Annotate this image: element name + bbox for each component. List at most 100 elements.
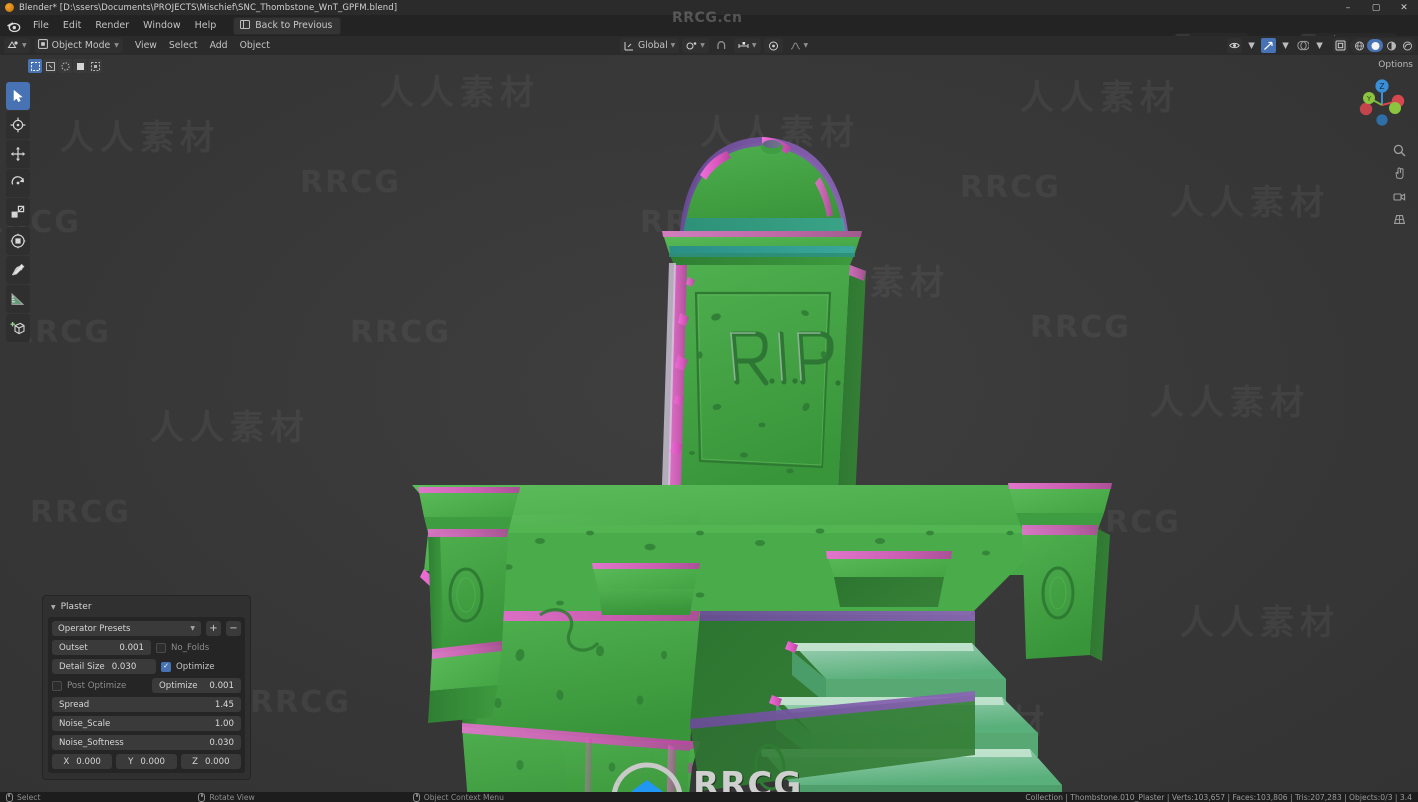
mouse-right-icon	[412, 792, 420, 802]
svg-text:Y: Y	[1366, 95, 1372, 103]
viewport-transform-controls: Global ▼ ▼ ▼ ▼	[620, 36, 812, 55]
maximize-button[interactable]: ▢	[1362, 0, 1390, 15]
transform-orientation-label: Global	[638, 40, 668, 51]
optimize-label: Optimize	[176, 661, 215, 672]
zoom-icon[interactable]	[1392, 143, 1406, 157]
ortho-perspective-icon[interactable]	[1392, 212, 1406, 226]
tool-measure[interactable]	[6, 285, 30, 313]
viewport-options-label[interactable]: Options	[1378, 60, 1413, 70]
proportional-edit-toggle[interactable]	[763, 38, 783, 53]
post-optimize-checkbox[interactable]: Post Optimize	[52, 680, 147, 691]
svg-text:Z: Z	[1379, 82, 1384, 91]
back-to-previous-button[interactable]: Back to Previous	[233, 16, 342, 35]
menu-file[interactable]: File	[26, 18, 56, 33]
axis-x-field[interactable]: X 0.000	[52, 754, 113, 769]
operator-panel-header[interactable]: ▼ Plaster	[48, 600, 245, 617]
close-button[interactable]: ✕	[1390, 0, 1418, 15]
menu-render[interactable]: Render	[88, 18, 136, 33]
overlays-chevron-down-icon[interactable]: ▼	[1312, 38, 1327, 53]
tool-tweak-select[interactable]	[6, 82, 30, 110]
spread-value: 1.45	[214, 699, 234, 710]
optimize-value-field[interactable]: Optimize 0.001	[152, 678, 241, 693]
snap-magnet-toggle[interactable]	[712, 38, 731, 53]
spread-label: Spread	[59, 699, 90, 710]
panel-collapse-chevron-down-icon[interactable]: ▼	[51, 604, 56, 611]
navigation-gizmo[interactable]: Y Z	[1354, 77, 1410, 133]
pan-hand-icon[interactable]	[1392, 166, 1406, 180]
mode-selector[interactable]: Object Mode ▼	[34, 38, 123, 53]
tool-scale[interactable]	[6, 198, 30, 226]
no-folds-checkbox[interactable]: No_Folds	[156, 642, 241, 653]
pivot-point-selector[interactable]: ▼	[682, 38, 709, 53]
orientation-chevron-down-icon: ▼	[670, 42, 676, 49]
select-extra-mode-icon[interactable]	[88, 59, 102, 73]
shading-solid[interactable]	[1367, 39, 1383, 52]
detail-size-field[interactable]: Detail Size 0.030	[52, 659, 156, 674]
viewport-3d[interactable]: 人人素材 RRCG 人人素材 RRCG 人人素材 RRCG 人人素材 RRCG …	[0, 55, 1418, 792]
snap-settings-selector[interactable]: ▼	[733, 38, 761, 53]
proportional-falloff-selector[interactable]: ▼	[786, 38, 813, 53]
workspace-icon	[240, 19, 251, 32]
status-hint-rotate: Rotate View	[198, 792, 255, 802]
shading-wireframe[interactable]	[1351, 39, 1367, 52]
editor-type-selector[interactable]: ▼	[4, 38, 30, 53]
select-circle-mode-icon[interactable]	[58, 59, 72, 73]
viewport-menu-view[interactable]: View	[129, 38, 163, 53]
blender-app-icon[interactable]	[6, 19, 21, 33]
noise-softness-label: Noise_Softness	[59, 737, 124, 748]
xray-toggle[interactable]	[1333, 38, 1348, 53]
noise-softness-field[interactable]: Noise_Softness 0.030	[52, 735, 241, 750]
remove-preset-button[interactable]: −	[226, 621, 241, 636]
noise-scale-field[interactable]: Noise_Scale 1.00	[52, 716, 241, 731]
falloff-chevron-down-icon: ▼	[803, 42, 809, 49]
tool-transform[interactable]	[6, 227, 30, 255]
status-hint-context-menu-label: Object Context Menu	[423, 792, 504, 802]
select-box-mode-icon[interactable]	[28, 59, 42, 73]
select-mode-buttons	[28, 59, 102, 73]
shading-rendered[interactable]	[1399, 39, 1415, 52]
menu-help[interactable]: Help	[188, 18, 224, 33]
viewport-menu-object[interactable]: Object	[234, 38, 276, 53]
tool-rotate[interactable]	[6, 169, 30, 197]
axis-z-field[interactable]: Z 0.000	[180, 754, 241, 769]
object-visibility-toggle[interactable]	[1227, 38, 1242, 53]
select-lasso-mode-icon[interactable]	[73, 59, 87, 73]
axis-z-value: 0.000	[204, 756, 230, 767]
tool-add-cube[interactable]	[6, 314, 30, 342]
outset-row: Outset 0.001 No_Folds	[52, 640, 241, 655]
operator-redo-panel[interactable]: ▼ Plaster Operator Presets ▼ + − Outset …	[42, 595, 251, 780]
gizmo-toggle[interactable]	[1261, 38, 1276, 53]
menu-edit[interactable]: Edit	[56, 18, 88, 33]
tool-move[interactable]	[6, 140, 30, 168]
noise-softness-value: 0.030	[209, 737, 234, 748]
pedestal-right	[826, 551, 952, 607]
no-folds-checkbox-box[interactable]	[156, 642, 166, 653]
camera-view-icon[interactable]	[1392, 189, 1406, 203]
optimize-checkbox-box[interactable]	[161, 661, 171, 672]
overlays-toggle[interactable]	[1295, 38, 1310, 53]
back-to-previous-label: Back to Previous	[255, 20, 333, 31]
transform-orientation-selector[interactable]: Global ▼	[620, 38, 680, 53]
noise-scale-label: Noise_Scale	[59, 718, 111, 729]
axis-y-field[interactable]: Y 0.000	[116, 754, 177, 769]
add-preset-button[interactable]: +	[206, 621, 221, 636]
operator-presets-dropdown[interactable]: Operator Presets ▼	[52, 621, 201, 636]
operator-panel-title: Plaster	[60, 602, 92, 612]
gizmo-chevron-down-icon[interactable]: ▼	[1278, 38, 1293, 53]
spread-field[interactable]: Spread 1.45	[52, 697, 241, 712]
status-hint-rotate-label: Rotate View	[209, 792, 255, 802]
viewport-menu-select[interactable]: Select	[163, 38, 204, 53]
optimize-checkbox[interactable]: Optimize	[161, 661, 241, 672]
visibility-chevron-down-icon[interactable]: ▼	[1244, 38, 1259, 53]
select-tweak-mode-icon[interactable]	[43, 59, 57, 73]
outset-field[interactable]: Outset 0.001	[52, 640, 151, 655]
post-optimize-checkbox-box[interactable]	[52, 680, 62, 691]
viewport-menu-add[interactable]: Add	[204, 38, 234, 53]
shading-material-preview[interactable]	[1383, 39, 1399, 52]
tool-cursor[interactable]	[6, 111, 30, 139]
mouse-left-icon	[6, 792, 13, 802]
tool-annotate[interactable]	[6, 256, 30, 284]
menu-window[interactable]: Window	[136, 18, 187, 33]
minimize-button[interactable]: –	[1334, 0, 1362, 15]
outset-value: 0.001	[119, 642, 144, 653]
